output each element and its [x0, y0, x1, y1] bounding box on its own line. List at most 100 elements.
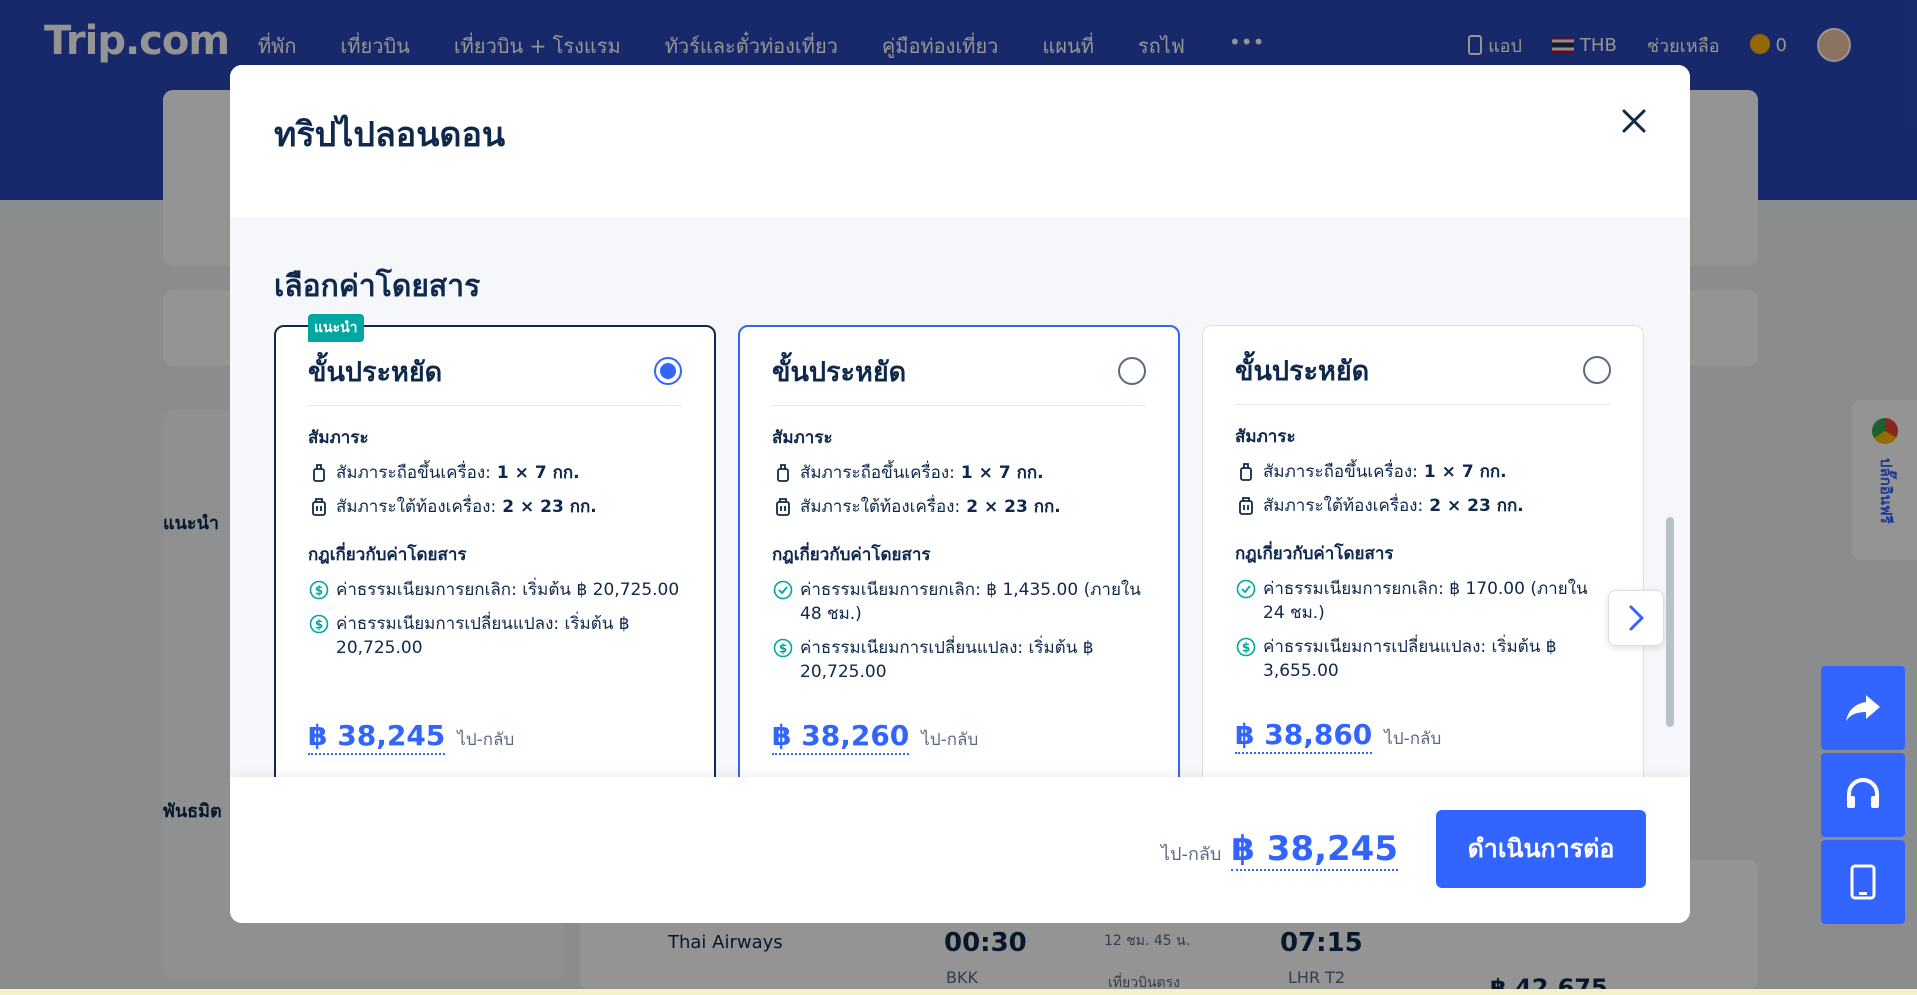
check-circle-icon	[773, 580, 793, 600]
checked-bag-row: สัมภาระใต้ท้องเครื่อง: 2 × 23 กก.	[1235, 494, 1611, 518]
fare-radio[interactable]	[1118, 357, 1146, 385]
support-button[interactable]	[1821, 753, 1905, 837]
next-fares-button[interactable]	[1608, 590, 1664, 646]
total-price-line: ไป-กลับ ฿ 38,245	[1161, 829, 1398, 871]
change-fee-row: $ ค่าธรรมเนียมการเปลี่ยนแปลง: เริ่มต้น ฿…	[308, 612, 682, 660]
cancel-fee-text: ค่าธรรมเนียมการยกเลิก: ฿ 1,435.00 (ภายใน…	[800, 580, 1141, 624]
close-button[interactable]	[1614, 101, 1654, 141]
carry-on-label: สัมภาระถือขึ้นเครื่อง:	[336, 463, 491, 483]
fare-selection-modal: ทริปไปลอนดอน เลือกค่าโดยสาร แนะนำ ขั้นปร…	[230, 65, 1690, 923]
fare-price[interactable]: ฿ 38,860	[1235, 718, 1373, 754]
dollar-circle-icon: $	[309, 614, 329, 634]
cancel-fee-row: ค่าธรรมเนียมการยกเลิก: ฿ 1,435.00 (ภายใน…	[772, 578, 1146, 626]
share-button[interactable]	[1821, 666, 1905, 750]
modal-footer: ไป-กลับ ฿ 38,245 ดำเนินการต่อ	[230, 777, 1690, 923]
fare-card[interactable]: แนะนำ ขั้นประหยัด สัมภาระ สัมภาระถือขึ้น…	[274, 314, 716, 777]
divider	[308, 405, 682, 406]
fare-price-line: ฿ 38,260 ไป-กลับ	[772, 719, 978, 755]
share-icon	[1846, 695, 1880, 721]
modal-body: เลือกค่าโดยสาร แนะนำ ขั้นประหยัด สัมภาระ…	[230, 217, 1690, 777]
fare-card-header: ขั้นประหยัด	[1235, 352, 1611, 388]
fare-card-header: ขั้นประหยัด	[772, 353, 1146, 389]
mobile-icon	[1850, 864, 1876, 900]
cancel-fee-row: ค่าธรรมเนียมการยกเลิก: ฿ 170.00 (ภายใน 2…	[1235, 577, 1611, 625]
fare-class-name: ขั้นประหยัด	[1235, 355, 1370, 387]
fare-class-name: ขั้นประหยัด	[308, 356, 443, 388]
section-title: เลือกค่าโดยสาร	[274, 269, 481, 304]
chevron-right-icon	[1629, 605, 1644, 631]
carry-on-label: สัมภาระถือขึ้นเครื่อง:	[1263, 462, 1418, 482]
baggage-title: สัมภาระ	[308, 428, 369, 448]
fare-card[interactable]: ขั้นประหยัด สัมภาระ สัมภาระถือขึ้นเครื่อ…	[1202, 325, 1644, 777]
modal-title: ทริปไปลอนดอน	[274, 115, 506, 155]
checked-bag-row: สัมภาระใต้ท้องเครื่อง: 2 × 23 กก.	[308, 495, 682, 519]
fare-card[interactable]: ขั้นประหยัด สัมภาระ สัมภาระถือขึ้นเครื่อ…	[738, 325, 1180, 777]
checked-bag-value: 2 × 23 กก.	[502, 497, 597, 517]
fare-price[interactable]: ฿ 38,245	[308, 719, 446, 755]
cancel-fee-text: ค่าธรรมเนียมการยกเลิก: ฿ 170.00 (ภายใน 2…	[1263, 579, 1588, 623]
fare-rules-title: กฎเกี่ยวกับค่าโดยสาร	[308, 545, 467, 565]
change-fee-text: ค่าธรรมเนียมการเปลี่ยนแปลง: เริ่มต้น ฿ 3…	[1263, 637, 1557, 681]
carry-on-row: สัมภาระถือขึ้นเครื่อง: 1 × 7 กก.	[1235, 460, 1611, 484]
checked-bag-icon	[312, 498, 326, 516]
fare-radio-selected[interactable]	[654, 357, 682, 385]
total-price-sub: ไป-กลับ	[1160, 844, 1222, 865]
cancel-fee-row: $ ค่าธรรมเนียมการยกเลิก: เริ่มต้น ฿ 20,7…	[308, 578, 682, 602]
continue-button[interactable]: ดำเนินการต่อ	[1436, 810, 1646, 888]
baggage-title: สัมภาระ	[1235, 427, 1296, 447]
fare-price-sub: ไป-กลับ	[921, 730, 979, 750]
bottom-strip	[0, 989, 1917, 995]
carry-on-value: 1 × 7 กก.	[1423, 462, 1507, 482]
dollar-circle-icon: $	[773, 638, 793, 658]
fare-cards: แนะนำ ขั้นประหยัด สัมภาระ สัมภาระถือขึ้น…	[274, 314, 1644, 777]
checked-bag-icon	[776, 498, 790, 516]
fare-price-sub: ไป-กลับ	[457, 730, 515, 750]
dollar-circle-icon: $	[1236, 637, 1256, 657]
checked-bag-value: 2 × 23 กก.	[966, 497, 1061, 517]
headset-icon	[1847, 778, 1879, 808]
cancel-fee-text: ค่าธรรมเนียมการยกเลิก: เริ่มต้น ฿ 20,725…	[336, 580, 680, 600]
carry-on-bag-icon	[313, 464, 325, 482]
check-circle-icon	[1236, 579, 1256, 599]
carry-on-value: 1 × 7 กก.	[960, 463, 1044, 483]
svg-text:$: $	[1242, 641, 1250, 655]
carry-on-label: สัมภาระถือขึ้นเครื่อง:	[800, 463, 955, 483]
scrollbar[interactable]	[1666, 517, 1674, 727]
fare-radio[interactable]	[1583, 356, 1611, 384]
checked-bag-label: สัมภาระใต้ท้องเครื่อง:	[1263, 496, 1424, 516]
checked-bag-icon	[1239, 497, 1253, 515]
baggage-title: สัมภาระ	[772, 428, 833, 448]
divider	[772, 405, 1146, 406]
fare-rules-title: กฎเกี่ยวกับค่าโดยสาร	[772, 545, 931, 565]
fare-rules-title: กฎเกี่ยวกับค่าโดยสาร	[1235, 544, 1394, 564]
checked-bag-label: สัมภาระใต้ท้องเครื่อง:	[800, 497, 961, 517]
fare-class-name: ขั้นประหยัด	[772, 356, 907, 388]
checked-bag-value: 2 × 23 กก.	[1429, 496, 1524, 516]
carry-on-row: สัมภาระถือขึ้นเครื่อง: 1 × 7 กก.	[308, 461, 682, 485]
svg-text:$: $	[315, 584, 323, 598]
fare-price-line: ฿ 38,245 ไป-กลับ	[308, 719, 514, 755]
carry-on-bag-icon	[777, 464, 789, 482]
checked-bag-row: สัมภาระใต้ท้องเครื่อง: 2 × 23 กก.	[772, 495, 1146, 519]
fare-price[interactable]: ฿ 38,260	[772, 719, 910, 755]
change-fee-text: ค่าธรรมเนียมการเปลี่ยนแปลง: เริ่มต้น ฿ 2…	[336, 614, 630, 658]
modal-header: ทริปไปลอนดอน	[230, 65, 1690, 217]
close-icon	[1622, 109, 1646, 133]
total-price[interactable]: ฿ 38,245	[1231, 829, 1398, 871]
fare-card-header: ขั้นประหยัด	[308, 353, 682, 389]
dollar-circle-icon: $	[309, 580, 329, 600]
fare-price-line: ฿ 38,860 ไป-กลับ	[1235, 718, 1441, 754]
svg-text:$: $	[315, 618, 323, 632]
change-fee-text: ค่าธรรมเนียมการเปลี่ยนแปลง: เริ่มต้น ฿ 2…	[800, 638, 1094, 682]
change-fee-row: $ ค่าธรรมเนียมการเปลี่ยนแปลง: เริ่มต้น ฿…	[772, 636, 1146, 684]
change-fee-row: $ ค่าธรรมเนียมการเปลี่ยนแปลง: เริ่มต้น ฿…	[1235, 635, 1611, 683]
divider	[1235, 404, 1611, 405]
checked-bag-label: สัมภาระใต้ท้องเครื่อง:	[336, 497, 497, 517]
fare-price-sub: ไป-กลับ	[1384, 729, 1442, 749]
carry-on-row: สัมภาระถือขึ้นเครื่อง: 1 × 7 กก.	[772, 461, 1146, 485]
app-download-button[interactable]	[1821, 840, 1905, 924]
svg-text:$: $	[779, 642, 787, 656]
carry-on-value: 1 × 7 กก.	[496, 463, 580, 483]
carry-on-bag-icon	[1240, 463, 1252, 481]
recommended-badge: แนะนำ	[308, 314, 364, 342]
